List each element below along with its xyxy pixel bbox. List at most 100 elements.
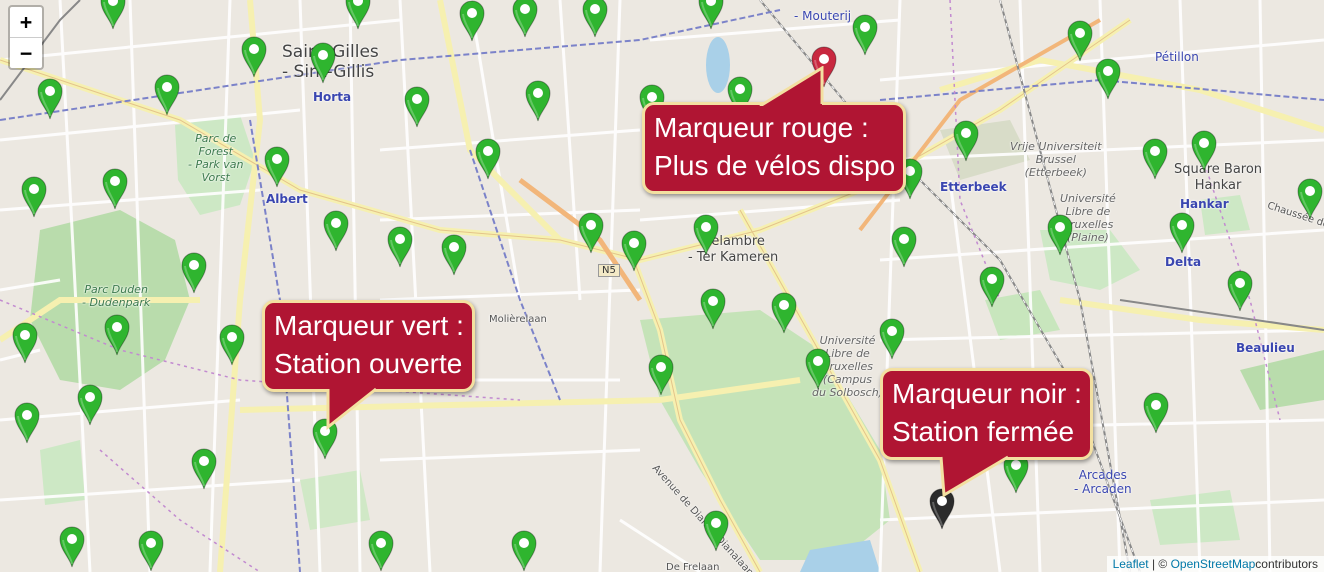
road-badge-n5: N5	[598, 264, 620, 277]
green-pin-icon	[582, 0, 608, 38]
label-parc-duden: Parc Duden - Dudenpark	[82, 283, 151, 309]
green-pin-icon	[1142, 138, 1168, 180]
green-pin-icon	[578, 212, 604, 254]
label-delta: Delta	[1165, 255, 1202, 269]
green-station-marker[interactable]	[523, 78, 555, 124]
green-station-marker[interactable]	[12, 400, 44, 446]
green-station-marker[interactable]	[691, 212, 723, 258]
green-station-marker[interactable]	[10, 320, 42, 366]
green-station-marker[interactable]	[850, 12, 882, 58]
green-station-marker[interactable]	[98, 0, 130, 32]
label-parc-forest: Parc de Forest - Park van Vorst	[188, 132, 244, 184]
green-station-marker[interactable]	[136, 528, 168, 572]
attribution-suffix: contributors	[1255, 557, 1318, 571]
green-pin-icon	[698, 0, 724, 30]
green-pin-icon	[138, 530, 164, 572]
green-pin-icon	[525, 80, 551, 122]
green-station-marker[interactable]	[262, 144, 294, 190]
green-station-marker[interactable]	[977, 264, 1009, 310]
green-pin-icon	[219, 324, 245, 366]
green-station-marker[interactable]	[19, 174, 51, 220]
green-station-marker[interactable]	[1140, 136, 1172, 182]
zoom-control: + −	[8, 5, 44, 70]
green-pin-icon	[368, 530, 394, 572]
green-station-marker[interactable]	[698, 286, 730, 332]
green-station-marker[interactable]	[457, 0, 489, 44]
green-pin-icon	[1067, 20, 1093, 62]
green-pin-icon	[1169, 212, 1195, 254]
green-station-marker[interactable]	[769, 290, 801, 336]
green-station-marker[interactable]	[75, 382, 107, 428]
green-station-marker[interactable]	[1225, 268, 1257, 314]
green-station-marker[interactable]	[510, 0, 542, 40]
green-pin-icon	[771, 292, 797, 334]
green-station-marker[interactable]	[619, 228, 651, 274]
green-pin-icon	[241, 36, 267, 78]
label-petillon: Pétillon	[1155, 50, 1199, 64]
label-vub: Vrije Universiteit Brussel (Etterbeek)	[1010, 140, 1102, 179]
green-pin-icon	[441, 234, 467, 276]
green-station-marker[interactable]	[439, 232, 471, 278]
green-pin-icon	[387, 226, 413, 268]
green-station-marker[interactable]	[102, 312, 134, 358]
label-arcades: Arcades - Arcaden	[1074, 468, 1132, 496]
green-pin-icon	[100, 0, 126, 30]
label-albert: Albert	[266, 192, 308, 206]
green-station-marker[interactable]	[100, 166, 132, 212]
label-horta: Horta	[313, 90, 352, 104]
green-station-marker[interactable]	[1167, 210, 1199, 256]
green-station-marker[interactable]	[576, 210, 608, 256]
green-station-marker[interactable]	[343, 0, 375, 32]
green-pin-icon	[648, 354, 674, 396]
green-station-marker[interactable]	[701, 508, 733, 554]
callout-red-marker: Marqueur rouge : Plus de vélos dispo	[642, 102, 907, 194]
green-station-marker[interactable]	[321, 208, 353, 254]
green-pin-icon	[1095, 58, 1121, 100]
green-station-marker[interactable]	[217, 322, 249, 368]
green-station-marker[interactable]	[1295, 176, 1324, 222]
map-canvas[interactable]: Saint-Gilles - Sint-Gillis Horta Albert …	[0, 0, 1324, 572]
green-station-marker[interactable]	[189, 446, 221, 492]
green-pin-icon	[852, 14, 878, 56]
green-station-marker[interactable]	[509, 528, 541, 572]
green-pin-icon	[979, 266, 1005, 308]
green-pin-icon	[77, 384, 103, 426]
green-station-marker[interactable]	[889, 224, 921, 270]
green-station-marker[interactable]	[803, 346, 835, 392]
green-station-marker[interactable]	[402, 84, 434, 130]
green-pin-icon	[805, 348, 831, 390]
green-station-marker[interactable]	[877, 316, 909, 362]
label-molierelaan: Molièrelaan	[489, 314, 547, 325]
green-station-marker[interactable]	[57, 524, 89, 570]
label-de-frelaan: De Frelaan	[666, 562, 720, 572]
green-pin-icon	[264, 146, 290, 188]
green-station-marker[interactable]	[1093, 56, 1125, 102]
green-pin-icon	[404, 86, 430, 128]
green-pin-icon	[37, 78, 63, 120]
green-station-marker[interactable]	[1141, 390, 1173, 436]
label-beaulieu: Beaulieu	[1236, 341, 1295, 355]
green-pin-icon	[693, 214, 719, 256]
green-station-marker[interactable]	[308, 40, 340, 86]
green-pin-icon	[323, 210, 349, 252]
green-station-marker[interactable]	[385, 224, 417, 270]
zoom-in-button[interactable]: +	[10, 7, 42, 37]
callout-red-tail	[759, 66, 824, 106]
green-station-marker[interactable]	[366, 528, 398, 572]
green-station-marker[interactable]	[1189, 128, 1221, 174]
green-station-marker[interactable]	[179, 250, 211, 296]
green-pin-icon	[475, 138, 501, 180]
green-station-marker[interactable]	[951, 118, 983, 164]
green-station-marker[interactable]	[473, 136, 505, 182]
green-station-marker[interactable]	[646, 352, 678, 398]
green-station-marker[interactable]	[35, 76, 67, 122]
leaflet-link[interactable]: Leaflet	[1113, 557, 1149, 571]
attribution-separator: | ©	[1148, 557, 1171, 571]
green-station-marker[interactable]	[1045, 212, 1077, 258]
green-station-marker[interactable]	[696, 0, 728, 32]
green-station-marker[interactable]	[152, 72, 184, 118]
zoom-out-button[interactable]: −	[10, 37, 42, 68]
green-station-marker[interactable]	[580, 0, 612, 40]
green-station-marker[interactable]	[239, 34, 271, 80]
osm-link[interactable]: OpenStreetMap	[1171, 557, 1256, 571]
